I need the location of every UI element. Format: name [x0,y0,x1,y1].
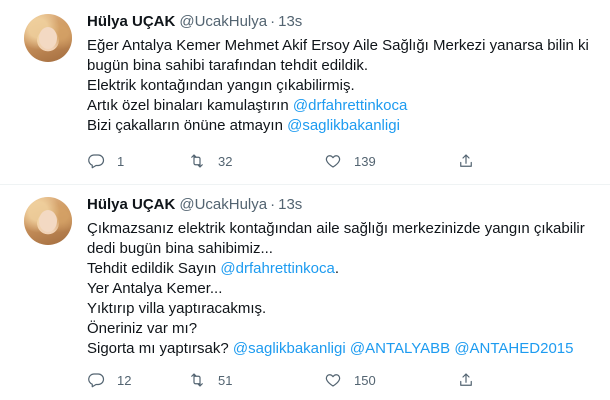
tweet-text-segment: Bizi çakalların önüne atmayın [87,117,288,134]
tweet-text: Eğer Antalya Kemer Mehmet Akif Ersoy Ail… [87,36,598,136]
avatar[interactable] [24,14,72,62]
tweet-text-line: Sigorta mı yaptırsak? @saglikbakanligi @… [87,339,598,359]
reply-button[interactable]: 12 [87,370,131,390]
tweet-text-segment: Çıkmazsanız elektrik kontağından aile sa… [87,220,585,237]
retweet-button[interactable]: 51 [188,370,232,390]
mention-link[interactable]: @saglikbakanligi [287,117,400,134]
reply-icon [88,373,105,388]
tweet-text-segment: Elektrik kontağından yangın çıkabilirmiş… [87,77,355,94]
tweet-text-line: Öneriniz var mı? [87,319,598,339]
tweet-text-line: Bizi çakalların önüne atmayın @saglikbak… [87,116,598,136]
avatar-face [39,27,57,49]
retweet-count: 32 [218,153,233,169]
retweet-icon [191,154,203,168]
tweet-actions: 1 32 139 [87,151,507,171]
like-icon [325,155,341,168]
tweet-text-line: Yer Antalya Kemer... [87,279,598,299]
author-handle[interactable]: @UcakHulya [179,196,267,213]
avatar-face [39,210,57,232]
tweet-text-line: Yıktırıp villa yaptıracakmış. [87,299,598,319]
header-separator: · [270,13,276,30]
like-count: 139 [354,153,376,169]
reply-button[interactable]: 1 [87,151,124,171]
tweet-text-line: Artık özel binaları kamulaştırın @drfahr… [87,96,598,116]
reply-count: 1 [117,153,125,169]
tweet-text-line: bugün bina sahibi tarafından tehdit edil… [87,56,598,76]
tweet-content: Hülya UÇAK @UcakHulya · 13s Eğer Antalya Ke… [87,12,598,136]
tweet-text-segment: bugün bina sahibi tarafından tehdit edil… [87,57,369,74]
share-button[interactable] [457,151,475,171]
avatar[interactable] [24,197,72,245]
tweet-text-line: Çıkmazsanız elektrik kontağından aile sa… [87,219,598,239]
author-handle[interactable]: @UcakHulya [179,13,267,30]
header-separator: · [270,196,276,213]
tweet-text-segment: Öneriniz var mı? [87,320,198,337]
tweet-header: Hülya UÇAK @UcakHulya · 13s [87,12,598,32]
tweet-text-segment: dedi bugün bina sahibimiz... [87,240,273,257]
tweet-text-segment: Yıktırıp villa yaptıracakmış. [87,300,267,317]
mention-link[interactable]: @drfahrettinkoca [293,97,407,114]
tweet-timestamp[interactable]: 13s [278,196,302,213]
like-button[interactable]: 139 [324,151,376,171]
tweet-text-line: Eğer Antalya Kemer Mehmet Akif Ersoy Ail… [87,36,598,56]
tweet[interactable]: Hülya UÇAK @UcakHulya · 13s Çıkmazsanız ele… [0,185,610,400]
retweet-icon [191,373,203,387]
share-icon [460,154,472,167]
tweet-text-line: Tehdit edildik Sayın @drfahrettinkoca. [87,259,598,279]
tweet-actions: 12 51 150 [87,370,507,390]
like-icon [325,374,341,387]
tweet-text-segment: Artık özel binaları kamulaştırın [87,97,293,114]
share-icon [460,373,472,386]
share-button[interactable] [457,370,475,390]
tweet-text-segment: Tehdit edildik Sayın [87,260,221,277]
retweet-count: 51 [218,372,233,388]
tweet-text-segment: . [334,260,340,277]
tweet-timestamp[interactable]: 13s [278,13,302,30]
tweet-header: Hülya UÇAK @UcakHulya · 13s [87,195,598,215]
reply-icon [88,154,105,169]
retweet-button[interactable]: 32 [188,151,232,171]
mention-link[interactable]: @ANTALYABB [350,340,450,357]
tweet[interactable]: Hülya UÇAK @UcakHulya · 13s Eğer Antalya Ke… [0,0,610,185]
mention-link[interactable]: @ANTAHED2015 [454,340,573,357]
tweet-text-segment: Yer Antalya Kemer... [87,280,223,297]
tweet-text-line: dedi bugün bina sahibimiz... [87,239,598,259]
tweet-text-segment: Eğer Antalya Kemer Mehmet Akif Ersoy Ail… [87,37,589,54]
mention-link[interactable]: @saglikbakanligi [233,340,346,357]
tweet-text-segment: Sigorta mı yaptırsak? [87,340,233,357]
tweet-text-line: Elektrik kontağından yangın çıkabilirmiş… [87,76,598,96]
author-display-name[interactable]: Hülya UÇAK [87,196,175,213]
like-count: 150 [354,372,376,388]
like-button[interactable]: 150 [324,370,376,390]
author-display-name[interactable]: Hülya UÇAK [87,13,175,30]
tweet-content: Hülya UÇAK @UcakHulya · 13s Çıkmazsanız ele… [87,195,598,359]
reply-count: 12 [117,372,132,388]
mention-link[interactable]: @drfahrettinkoca [220,260,334,277]
tweet-text: Çıkmazsanız elektrik kontağından aile sa… [87,219,598,359]
